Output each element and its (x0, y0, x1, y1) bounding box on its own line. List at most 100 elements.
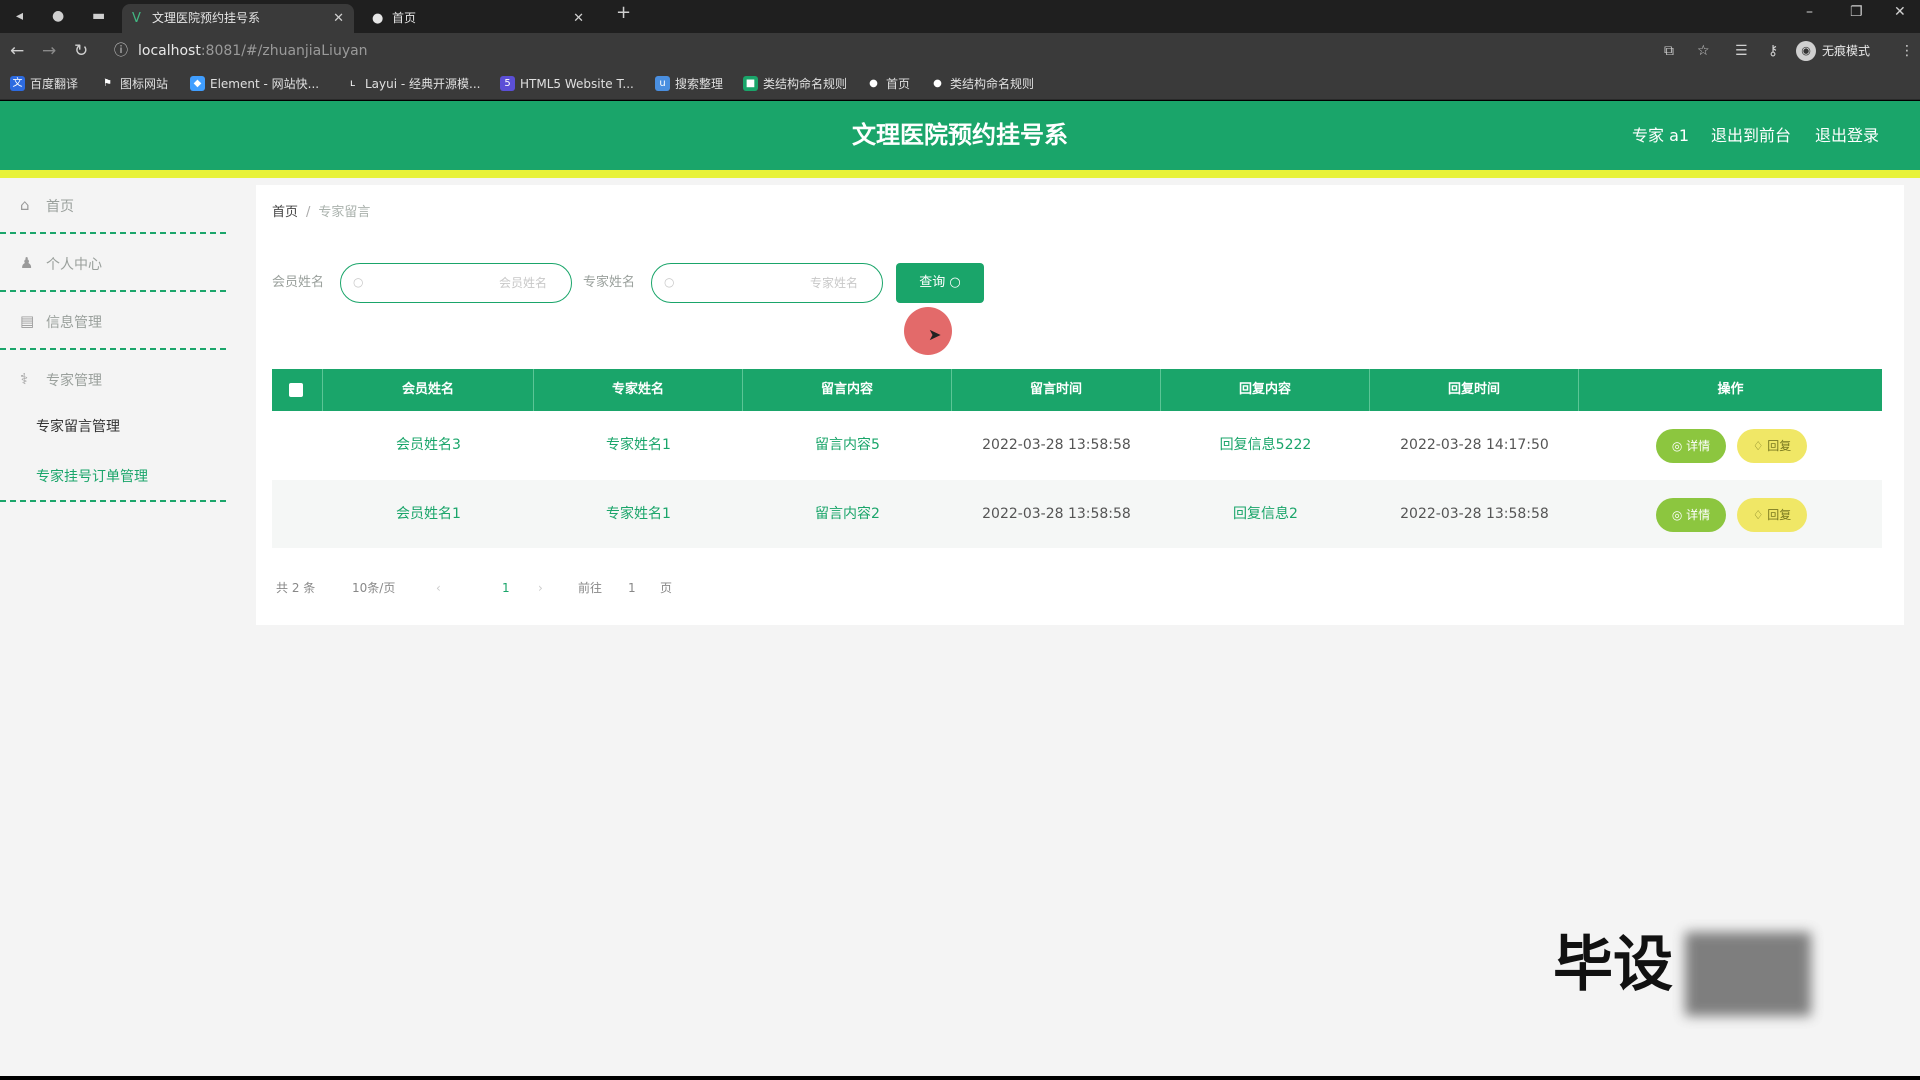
tab-active[interactable]: V 文理医院预约挂号系 ✕ (122, 4, 354, 33)
page-number[interactable]: 1 (502, 579, 510, 597)
expert-name-input-wrapper: ○ (651, 263, 883, 303)
expert-name-input[interactable] (676, 272, 866, 294)
table-row[interactable]: 会员姓名3 专家姓名1 留言内容5 2022-03-28 13:58:58 回复… (272, 411, 1882, 479)
translate-icon[interactable]: ⧉ (1664, 42, 1674, 60)
sidebar-item-personal[interactable]: ♟ 个人中心 (0, 236, 226, 292)
page-unit-label: 页 (660, 581, 673, 595)
cell-expert: 专家姓名1 (606, 437, 671, 453)
main-content: 首页 / 专家留言 会员姓名 ○ 专家姓名 ○ 查询 ○ ➤ 会员姓名 专家姓名 留… (256, 185, 1904, 625)
search-icon: ○ (353, 275, 364, 289)
sidebar-item-home[interactable]: ⌂ 首页 (0, 178, 226, 234)
back-to-front-button[interactable]: 退出到前台 (1711, 101, 1791, 170)
bookmark-item[interactable]: ◆ Element - 网站快... (190, 76, 319, 92)
globe-icon: ● (933, 78, 942, 89)
bookmark-item[interactable]: 文百度翻译 (10, 76, 78, 92)
minimize-icon[interactable]: – (1806, 4, 1813, 20)
bookmark-label: 百度翻译 (30, 77, 79, 91)
watermark: 毕设 (1553, 930, 1673, 1000)
member-name-input-wrapper: ○ (340, 263, 572, 303)
bottom-bar (0, 1076, 1920, 1080)
sidebar-item-label: 专家管理 (46, 373, 102, 389)
sidebar-item-label: 信息管理 (46, 315, 102, 331)
breadcrumb-home[interactable]: 首页 (272, 205, 298, 220)
reload-icon[interactable]: ↻ (74, 41, 88, 61)
page-size-select[interactable]: 10条/页 (352, 579, 395, 597)
new-tab-button[interactable]: + (616, 4, 631, 22)
table-row[interactable]: 会员姓名1 专家姓名1 留言内容2 2022-03-28 13:58:58 回复… (272, 480, 1882, 548)
bookmark-item[interactable]: 5 HTML5 Website T... (500, 76, 634, 92)
bookmark-icon: u (655, 76, 670, 91)
globe-icon: ● (372, 11, 384, 26)
breadcrumb-separator: / (306, 205, 311, 220)
cell-reply: 回复信息2 (1233, 506, 1298, 522)
pagination-total: 共 2 条 (276, 581, 316, 595)
cell-member: 会员姓名3 (396, 437, 461, 453)
info-icon[interactable]: ⓘ (114, 38, 128, 64)
tab-search-icon[interactable]: ◂ (16, 8, 23, 24)
address-bar: ← → ↻ ⓘ localhost:8081/#/zhuanjiaLiuyan … (0, 33, 1920, 69)
goto-page-input[interactable]: 1 (628, 579, 636, 597)
cell-time: 2022-03-28 13:58:58 (982, 506, 1131, 522)
cursor-icon: ➤ (928, 325, 942, 344)
header-stripe (0, 170, 1920, 178)
reply-button[interactable]: ♢ 回复 (1737, 498, 1807, 532)
key-icon[interactable]: ⚷ (1768, 42, 1778, 60)
globe-icon[interactable]: ● (52, 8, 64, 24)
close-icon[interactable]: ✕ (573, 4, 584, 33)
column-header: 留言内容 (743, 369, 952, 411)
bookmarks-bar: 文百度翻译 ⚑ 图标网站 ◆ Element - 网站快... ʟ Layui - 经… (0, 69, 1920, 100)
element-icon: ◆ (190, 76, 205, 91)
submenu-expert-order[interactable]: 专家挂号订单管理 (36, 466, 148, 486)
select-all-checkbox[interactable] (289, 383, 303, 397)
search-icon: ○ (664, 275, 675, 289)
goto-label: 前往 (578, 581, 603, 595)
sidebar-item-expert[interactable]: ⚕ 专家管理 (0, 352, 226, 408)
logout-button[interactable]: 退出登录 (1815, 101, 1879, 170)
cell-reply-time: 2022-03-28 14:17:50 (1400, 437, 1549, 453)
blurred-watermark (1685, 932, 1811, 1016)
bookmark-item[interactable]: ■ 类结构命名规则 (743, 76, 847, 92)
query-button[interactable]: 查询 ○ (896, 263, 984, 303)
menu-icon[interactable]: ⋮ (1900, 42, 1914, 60)
column-header: 回复时间 (1370, 369, 1579, 411)
sidebar-item-info[interactable]: ▤ 信息管理 (0, 294, 226, 350)
bookmark-item[interactable]: u 搜索整理 (655, 76, 723, 92)
home-icon: ⌂ (20, 196, 30, 214)
close-window-icon[interactable]: ✕ (1894, 4, 1906, 20)
restore-icon[interactable]: ❐ (1850, 4, 1863, 20)
detail-button[interactable]: ◎ 详情 (1656, 498, 1726, 532)
star-icon[interactable]: ☆ (1697, 42, 1710, 60)
back-icon[interactable]: ← (10, 41, 24, 61)
bookmark-item[interactable]: ⚑ 图标网站 (100, 76, 168, 92)
breadcrumb: 首页 / 专家留言 (272, 201, 370, 220)
submenu-expert-message[interactable]: 专家留言管理 (36, 416, 120, 436)
flag-icon: ⚑ (103, 78, 112, 89)
url-host: localhost (138, 43, 201, 59)
url-path: :8081/#/zhuanjiaLiuyan (200, 43, 368, 59)
table-header: 会员姓名 专家姓名 留言内容 留言时间 回复内容 回复时间 操作 (272, 369, 1882, 411)
next-page-button[interactable]: › (538, 579, 543, 597)
bookmark-item[interactable]: ʟ Layui - 经典开源模... (345, 76, 481, 92)
breadcrumb-current: 专家留言 (318, 205, 371, 220)
detail-button[interactable]: ◎ 详情 (1656, 429, 1726, 463)
bookmark-label: 搜索整理 (675, 77, 724, 91)
tab-home[interactable]: ● 首页 ✕ (362, 4, 594, 33)
bookmark-item[interactable]: ● 类结构命名规则 (930, 76, 1034, 92)
cell-reply-time: 2022-03-28 13:58:58 (1400, 506, 1549, 522)
forward-icon[interactable]: → (42, 41, 56, 61)
cell-reply: 回复信息5222 (1219, 437, 1312, 453)
prev-page-button[interactable]: ‹ (436, 579, 441, 597)
url-field[interactable]: ⓘ localhost:8081/#/zhuanjiaLiuyan (110, 38, 1640, 64)
globe-icon: ● (869, 78, 878, 89)
bookmark-item[interactable]: ● 首页 (866, 76, 910, 92)
window-icon[interactable]: ▬ (92, 8, 105, 24)
reading-list-icon[interactable]: ☰ (1735, 42, 1748, 60)
sidebar-item-label: 首页 (46, 199, 74, 215)
app-header: 文理医院预约挂号系 专家 a1 退出到前台 退出登录 (0, 101, 1920, 170)
member-name-input[interactable] (365, 272, 555, 294)
close-icon[interactable]: ✕ (333, 4, 344, 33)
bookmark-label: 首页 (886, 77, 911, 91)
user-label: 专家 a1 (1632, 126, 1690, 145)
profile-button[interactable]: ◉ 无痕模式 (1796, 40, 1870, 62)
reply-button[interactable]: ♢ 回复 (1737, 429, 1807, 463)
